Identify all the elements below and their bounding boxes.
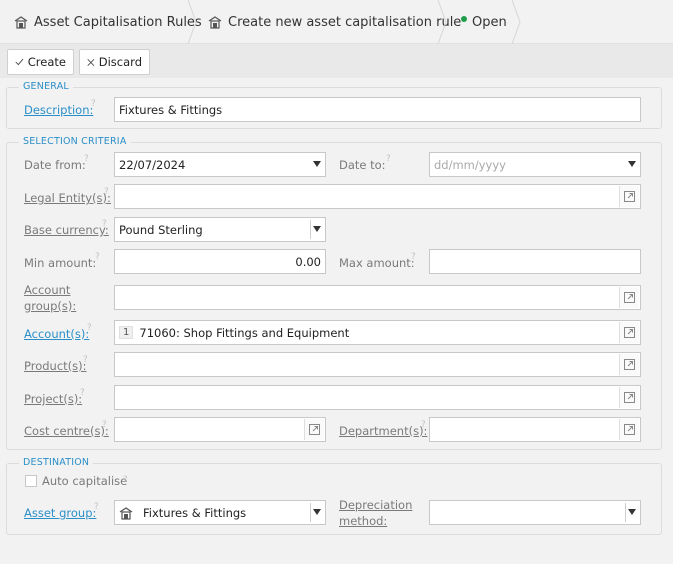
breadcrumb-label: Asset Capitalisation Rules: [34, 14, 202, 30]
chevron-down-icon[interactable]: [628, 509, 636, 515]
projects-label[interactable]: Project(s):: [24, 392, 82, 406]
accounts-count-badge: 1: [119, 326, 134, 339]
status-badge: Open: [461, 0, 507, 44]
close-icon: [87, 58, 95, 66]
building-icon: [208, 16, 222, 29]
help-icon[interactable]: ?: [80, 388, 85, 398]
products-label[interactable]: Product(s):: [24, 359, 87, 373]
chevron-down-icon[interactable]: [628, 161, 636, 167]
accounts-value: 71060: Shop Fittings and Equipment: [139, 325, 350, 340]
chevron-down-icon[interactable]: [313, 161, 321, 167]
cost-centres-field[interactable]: [114, 417, 326, 442]
max-amount-label: Max amount:: [339, 256, 415, 270]
help-icon[interactable]: ?: [386, 154, 391, 164]
status-label: Open: [472, 14, 507, 30]
account-group-label-line1[interactable]: Account: [24, 283, 70, 297]
breadcrumb-item-create[interactable]: Create new asset capitalisation rule: [208, 0, 461, 44]
account-group-field[interactable]: [114, 285, 641, 310]
help-icon[interactable]: ?: [411, 252, 416, 262]
date-from-field[interactable]: 22/07/2024: [114, 152, 326, 177]
popout-icon[interactable]: [619, 287, 639, 308]
asset-group-select[interactable]: Fixtures & Fittings: [114, 500, 326, 525]
accounts-field[interactable]: 1 71060: Shop Fittings and Equipment: [114, 320, 641, 345]
discard-button[interactable]: Discard: [79, 49, 150, 75]
popout-icon[interactable]: [619, 354, 639, 375]
min-amount-label: Min amount:: [24, 256, 97, 270]
help-icon[interactable]: ?: [104, 187, 109, 197]
selection-criteria-title: SELECTION CRITERIA: [19, 136, 131, 147]
date-from-label: Date from:: [24, 158, 86, 172]
popout-icon[interactable]: [619, 186, 639, 207]
legal-entity-label[interactable]: Legal Entity(s):: [24, 191, 111, 205]
accounts-label[interactable]: Account(s):: [24, 327, 89, 341]
date-to-placeholder: dd/mm/yyyy: [434, 157, 506, 172]
building-icon: [119, 506, 133, 520]
help-icon[interactable]: ?: [87, 323, 92, 333]
base-currency-value: Pound Sterling: [119, 222, 203, 237]
auto-capitalise-checkbox[interactable]: [25, 475, 37, 487]
destination-title: DESTINATION: [19, 457, 94, 468]
base-currency-select[interactable]: Pound Sterling: [114, 217, 326, 242]
departments-label[interactable]: Department(s):: [339, 424, 427, 438]
chevron-right-icon: [437, 0, 447, 44]
help-icon[interactable]: ?: [95, 252, 100, 262]
base-currency-label[interactable]: Base currency:: [24, 223, 109, 237]
popout-icon[interactable]: [304, 419, 324, 440]
legal-entity-field[interactable]: [114, 184, 641, 209]
help-icon[interactable]: ?: [84, 154, 89, 164]
max-amount-field[interactable]: [429, 249, 641, 274]
account-group-label-line2[interactable]: group(s):: [24, 299, 76, 313]
help-icon[interactable]: ?: [91, 99, 96, 109]
create-button-label: Create: [27, 55, 66, 69]
popout-icon[interactable]: [619, 419, 639, 440]
depreciation-method-select[interactable]: [429, 500, 641, 525]
breadcrumb-item-rules[interactable]: Asset Capitalisation Rules: [14, 0, 202, 44]
breadcrumb: Asset Capitalisation Rules Create new as…: [0, 0, 673, 44]
description-field[interactable]: Fixtures & Fittings: [114, 97, 641, 122]
chevron-down-icon[interactable]: [313, 509, 321, 515]
depreciation-label-line2[interactable]: method:: [339, 514, 387, 528]
help-icon[interactable]: ?: [83, 355, 88, 365]
date-to-field[interactable]: dd/mm/yyyy: [429, 152, 641, 177]
date-to-label: Date to:: [339, 158, 386, 172]
check-icon: [15, 58, 24, 66]
chevron-right-icon: [187, 0, 197, 44]
projects-field[interactable]: [114, 385, 641, 410]
help-icon[interactable]: ?: [102, 420, 107, 430]
general-section-title: GENERAL: [19, 81, 73, 92]
depreciation-label-line1[interactable]: Depreciation: [339, 498, 412, 512]
products-field[interactable]: [114, 352, 641, 377]
status-dot-icon: [461, 16, 467, 22]
help-icon[interactable]: ?: [123, 475, 128, 485]
chevron-right-icon: [511, 0, 521, 44]
discard-button-label: Discard: [98, 55, 142, 69]
create-button[interactable]: Create: [7, 49, 74, 75]
toolbar: Create Discard: [0, 44, 673, 78]
building-icon: [14, 16, 28, 29]
min-amount-field[interactable]: 0.00: [114, 249, 326, 274]
help-icon[interactable]: ?: [421, 420, 426, 430]
popout-icon[interactable]: [619, 387, 639, 408]
popout-icon[interactable]: [619, 322, 639, 343]
help-icon[interactable]: ?: [94, 502, 99, 512]
asset-group-label[interactable]: Asset group:: [24, 506, 96, 520]
help-icon[interactable]: ?: [102, 219, 107, 229]
cost-centres-label[interactable]: Cost centre(s):: [24, 424, 109, 438]
chevron-down-icon[interactable]: [313, 226, 321, 232]
date-from-value: 22/07/2024: [119, 157, 186, 172]
asset-group-value: Fixtures & Fittings: [143, 505, 247, 520]
breadcrumb-label: Create new asset capitalisation rule: [228, 14, 462, 30]
description-label: Description:: [24, 103, 94, 117]
auto-capitalise-label: Auto capitalise: [42, 474, 128, 488]
departments-field[interactable]: [429, 417, 641, 442]
